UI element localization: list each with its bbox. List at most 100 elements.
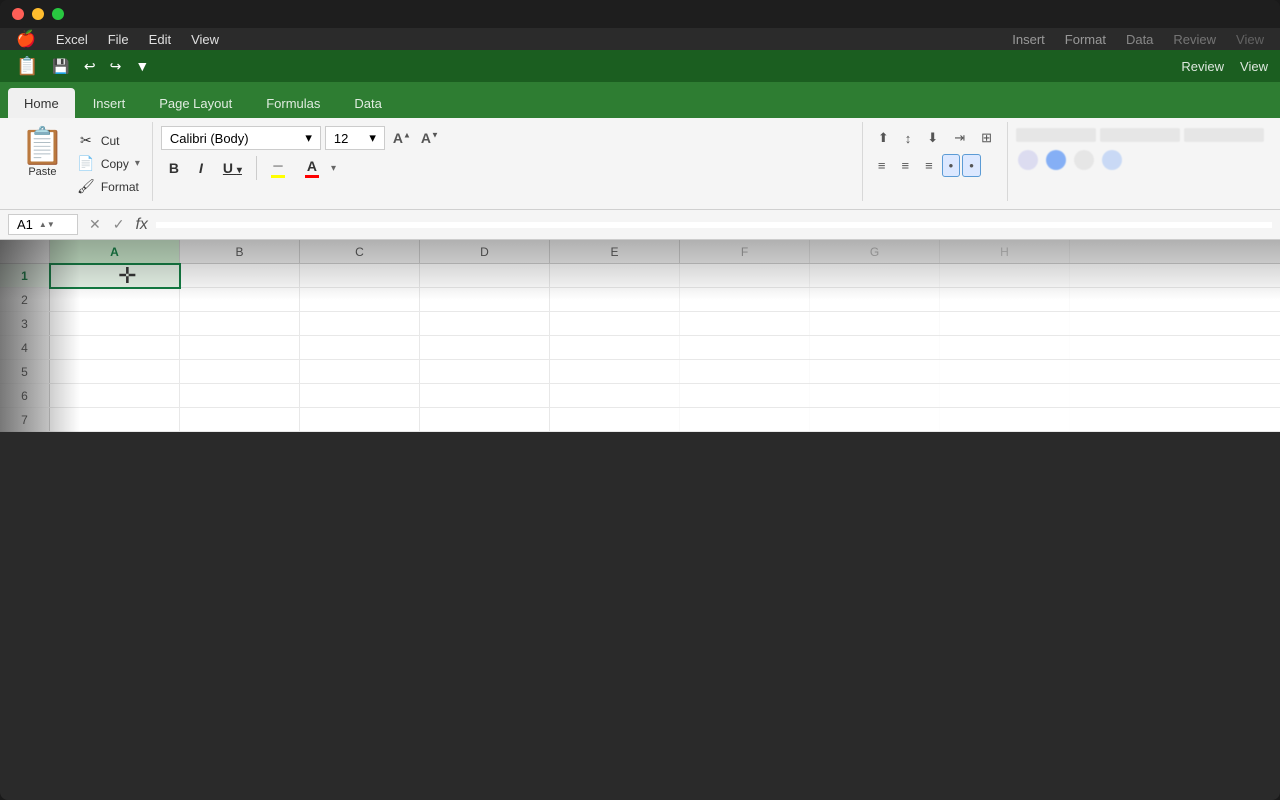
cell-f1[interactable]	[680, 264, 810, 288]
cell-a1[interactable]: ✛	[50, 264, 180, 288]
menu-view2[interactable]: View	[1228, 32, 1272, 47]
align-right-button[interactable]: ≡	[918, 154, 940, 177]
cell-b2[interactable]	[180, 288, 300, 312]
cell-f6[interactable]	[680, 384, 810, 408]
tab-data[interactable]: Data	[338, 88, 397, 118]
formula-cancel-icon[interactable]: ✕	[86, 216, 104, 233]
cell-d1[interactable]	[420, 264, 550, 288]
cell-a7[interactable]	[50, 408, 180, 432]
cell-e4[interactable]	[550, 336, 680, 360]
align-top-button[interactable]: ⬆	[871, 126, 896, 150]
copy-button[interactable]: 📄 Copy ▾	[73, 153, 144, 174]
col-header-e[interactable]: E	[550, 240, 680, 264]
cell-c5[interactable]	[300, 360, 420, 384]
cell-a4[interactable]	[50, 336, 180, 360]
cell-a6[interactable]	[50, 384, 180, 408]
align-left-button[interactable]: ≡	[871, 154, 893, 177]
cell-e5[interactable]	[550, 360, 680, 384]
indent-increase-button[interactable]: •	[962, 154, 981, 177]
font-color-dropdown[interactable]: ▾	[331, 163, 336, 174]
tab-home[interactable]: Home	[8, 88, 75, 118]
menu-format[interactable]: Format	[1057, 32, 1114, 47]
cell-g2[interactable]	[810, 288, 940, 312]
cell-g7[interactable]	[810, 408, 940, 432]
cell-d4[interactable]	[420, 336, 550, 360]
cell-h6[interactable]	[940, 384, 1070, 408]
cell-e1[interactable]	[550, 264, 680, 288]
cell-c6[interactable]	[300, 384, 420, 408]
cell-c7[interactable]	[300, 408, 420, 432]
cell-f3[interactable]	[680, 312, 810, 336]
cell-g5[interactable]	[810, 360, 940, 384]
cell-f4[interactable]	[680, 336, 810, 360]
merge-button[interactable]: ⊞	[974, 126, 999, 150]
tab-page-layout[interactable]: Page Layout	[143, 88, 248, 118]
cell-d5[interactable]	[420, 360, 550, 384]
cell-h4[interactable]	[940, 336, 1070, 360]
cell-h3[interactable]	[940, 312, 1070, 336]
cell-c2[interactable]	[300, 288, 420, 312]
cell-d2[interactable]	[420, 288, 550, 312]
menu-data[interactable]: Data	[1118, 32, 1161, 47]
cell-h7[interactable]	[940, 408, 1070, 432]
font-increase-button[interactable]: A▲	[389, 128, 415, 148]
cut-button[interactable]: ✂ Cut	[73, 130, 144, 151]
cell-c1[interactable]	[300, 264, 420, 288]
cell-h2[interactable]	[940, 288, 1070, 312]
cell-a5[interactable]	[50, 360, 180, 384]
minimize-button[interactable]	[32, 8, 44, 20]
cell-f5[interactable]	[680, 360, 810, 384]
menu-edit[interactable]: Edit	[141, 32, 179, 47]
formula-input[interactable]	[156, 222, 1272, 228]
bold-button[interactable]: B	[161, 156, 187, 180]
cell-e2[interactable]	[550, 288, 680, 312]
col-header-d[interactable]: D	[420, 240, 550, 264]
underline-button[interactable]: U ▾	[215, 156, 250, 180]
cell-d6[interactable]	[420, 384, 550, 408]
close-button[interactable]	[12, 8, 24, 20]
apple-menu[interactable]: 🍎	[8, 29, 44, 49]
cell-g3[interactable]	[810, 312, 940, 336]
align-bottom-button[interactable]: ⬇	[920, 126, 945, 150]
align-center-button[interactable]: ≡	[894, 154, 916, 177]
col-header-f[interactable]: F	[680, 240, 810, 264]
cell-g6[interactable]	[810, 384, 940, 408]
underline-color-button[interactable]: ─	[263, 154, 293, 182]
redo-icon[interactable]: ↪	[106, 56, 126, 77]
italic-button[interactable]: I	[191, 156, 211, 180]
cell-e3[interactable]	[550, 312, 680, 336]
cell-d3[interactable]	[420, 312, 550, 336]
cell-c4[interactable]	[300, 336, 420, 360]
cell-ref-dropdown[interactable]: ▲▼	[39, 220, 55, 229]
cell-b5[interactable]	[180, 360, 300, 384]
view-menu[interactable]: View	[1240, 59, 1268, 74]
cell-h5[interactable]	[940, 360, 1070, 384]
align-middle-button[interactable]: ↕	[898, 126, 919, 150]
menu-file[interactable]: File	[100, 32, 137, 47]
tab-insert[interactable]: Insert	[77, 88, 142, 118]
menu-insert[interactable]: Insert	[1004, 32, 1053, 47]
cell-f2[interactable]	[680, 288, 810, 312]
underline-dropdown[interactable]: ▾	[237, 165, 242, 176]
review-menu[interactable]: Review	[1181, 59, 1224, 74]
col-header-h[interactable]: H	[940, 240, 1070, 264]
font-color-button[interactable]: A	[297, 155, 327, 182]
wrap-text-button[interactable]: ⇥	[947, 126, 972, 150]
undo-icon[interactable]: ↩	[80, 56, 100, 77]
font-name-selector[interactable]: Calibri (Body) ▾	[161, 126, 321, 150]
cell-g1[interactable]	[810, 264, 940, 288]
cell-a2[interactable]	[50, 288, 180, 312]
font-size-selector[interactable]: 12 ▾	[325, 126, 385, 150]
tab-formulas[interactable]: Formulas	[250, 88, 336, 118]
col-header-c[interactable]: C	[300, 240, 420, 264]
cell-e7[interactable]	[550, 408, 680, 432]
cell-b1[interactable]	[180, 264, 300, 288]
cell-b3[interactable]	[180, 312, 300, 336]
cell-b7[interactable]	[180, 408, 300, 432]
format-painter-button[interactable]: 🖌 Format	[73, 176, 144, 197]
cell-reference-box[interactable]: A1 ▲▼	[8, 214, 78, 235]
notebook-icon[interactable]: 📋	[12, 54, 42, 79]
menu-review[interactable]: Review	[1165, 32, 1224, 47]
cell-h1[interactable]	[940, 264, 1070, 288]
cell-d7[interactable]	[420, 408, 550, 432]
